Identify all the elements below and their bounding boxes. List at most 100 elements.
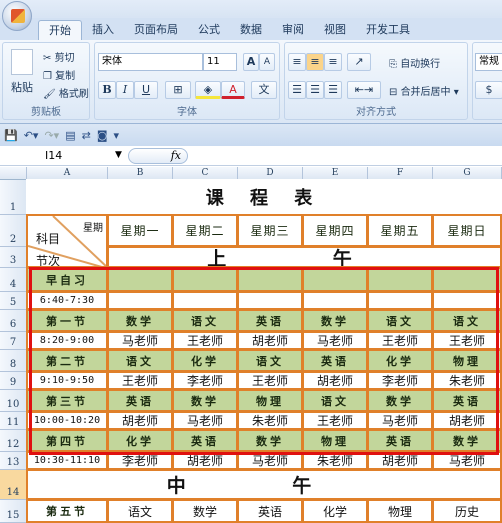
subject-cell[interactable]: 英语 xyxy=(237,499,303,523)
tab-developer[interactable]: 开发工具 xyxy=(356,20,420,40)
row-header-6[interactable]: 6 xyxy=(0,310,27,332)
tab-review[interactable]: 审阅 xyxy=(272,20,314,40)
subject-cell[interactable] xyxy=(432,267,502,292)
teacher-cell[interactable]: 朱老师 xyxy=(237,411,303,430)
day-header-cell[interactable]: 星期三 xyxy=(237,214,303,247)
tab-view[interactable]: 视图 xyxy=(314,20,356,40)
align-bottom-button[interactable]: ≡ xyxy=(324,53,342,71)
office-button[interactable] xyxy=(2,1,32,31)
row-header-12[interactable]: 12 xyxy=(0,430,27,452)
name-box-dropdown-icon[interactable]: ▼ xyxy=(115,150,122,160)
subject-cell[interactable]: 英语 xyxy=(107,389,173,412)
subject-cell[interactable]: 语文 xyxy=(367,309,433,332)
teacher-cell[interactable]: 王老师 xyxy=(302,411,368,430)
teacher-cell[interactable]: 胡老师 xyxy=(302,371,368,390)
teacher-cell[interactable]: 马老师 xyxy=(172,411,238,430)
title-cell[interactable]: 课 程 表 xyxy=(26,179,502,215)
wrap-text-button[interactable]: ⎘ 自动换行 xyxy=(389,55,440,70)
subject-cell[interactable]: 数学 xyxy=(107,309,173,332)
subject-cell[interactable]: 数学 xyxy=(237,429,303,452)
teacher-cell[interactable]: 王老师 xyxy=(367,331,433,350)
teacher-cell[interactable]: 马老师 xyxy=(107,331,173,350)
noon-header-cell[interactable]: 中 午 xyxy=(26,469,502,500)
subject-cell[interactable]: 历史 xyxy=(432,499,502,523)
merge-center-button[interactable]: ⊟ 合并后居中 ▾ xyxy=(389,83,459,98)
bold-button[interactable]: B xyxy=(98,81,116,99)
teacher-cell[interactable]: 王老师 xyxy=(237,371,303,390)
subject-cell[interactable]: 语文 xyxy=(432,309,502,332)
align-top-button[interactable]: ≡ xyxy=(288,53,306,71)
undo-icon[interactable]: ↶▾ xyxy=(24,129,39,142)
indent-buttons[interactable]: ⇤⇥ xyxy=(347,81,381,99)
align-middle-button[interactable]: ≡ xyxy=(306,53,324,71)
row-header-11[interactable]: 11 xyxy=(0,412,27,430)
teacher-cell[interactable]: 王老师 xyxy=(432,331,502,350)
send-icon[interactable]: ⇄ xyxy=(82,129,91,142)
subject-cell[interactable]: 语文 xyxy=(172,309,238,332)
day-header-cell[interactable]: 星期二 xyxy=(172,214,238,247)
italic-button[interactable]: I xyxy=(116,81,134,99)
underline-button[interactable]: U xyxy=(134,81,158,99)
subject-cell[interactable]: 语文 xyxy=(107,349,173,372)
day-header-cell[interactable]: 星期五 xyxy=(367,214,433,247)
day-header-cell[interactable]: 星期一 xyxy=(107,214,173,247)
subject-cell[interactable]: 物理 xyxy=(367,499,433,523)
number-format-select[interactable]: 常规 xyxy=(475,53,502,71)
format-painter-button[interactable]: 🖌 格式刷 xyxy=(43,85,89,100)
subject-cell[interactable]: 物理 xyxy=(237,389,303,412)
teacher-cell[interactable] xyxy=(432,291,502,310)
tab-home[interactable]: 开始 xyxy=(38,20,82,40)
row-header-3[interactable]: 3 xyxy=(0,247,27,268)
period-time-cell[interactable]: 8:20-9:00 xyxy=(26,331,108,350)
day-header-cell[interactable]: 星期四 xyxy=(302,214,368,247)
teacher-cell[interactable]: 胡老师 xyxy=(237,331,303,350)
save-icon[interactable]: 💾 xyxy=(4,129,18,142)
period-name-cell[interactable]: 第三节 xyxy=(26,389,108,412)
subject-cell[interactable]: 物理 xyxy=(302,429,368,452)
paste-button[interactable]: 粘贴 xyxy=(11,79,33,95)
insert-function-button[interactable]: fx xyxy=(128,148,188,164)
cut-button[interactable]: ✂ 剪切 xyxy=(43,49,75,64)
period-name-cell[interactable]: 第四节 xyxy=(26,429,108,452)
teacher-cell[interactable] xyxy=(107,291,173,310)
period-time-cell[interactable]: 9:10-9:50 xyxy=(26,371,108,390)
teacher-cell[interactable]: 李老师 xyxy=(172,371,238,390)
name-box[interactable]: I14 xyxy=(0,146,125,166)
teacher-cell[interactable]: 马老师 xyxy=(237,451,303,470)
fill-color-button[interactable]: ◈ xyxy=(195,81,221,99)
teacher-cell[interactable]: 马老师 xyxy=(302,331,368,350)
subject-cell[interactable]: 数学 xyxy=(172,389,238,412)
align-center-button[interactable]: ☰ xyxy=(306,81,324,99)
subject-cell[interactable] xyxy=(302,267,368,292)
row-header-7[interactable]: 7 xyxy=(0,332,27,350)
teacher-cell[interactable]: 马老师 xyxy=(432,451,502,470)
subject-cell[interactable] xyxy=(367,267,433,292)
subject-cell[interactable]: 数学 xyxy=(302,309,368,332)
subject-cell[interactable]: 化学 xyxy=(367,349,433,372)
teacher-cell[interactable]: 朱老师 xyxy=(432,371,502,390)
row-header-13[interactable]: 13 xyxy=(0,452,27,470)
align-left-button[interactable]: ☰ xyxy=(288,81,306,99)
subject-cell[interactable]: 英语 xyxy=(367,429,433,452)
period-name-cell[interactable]: 早自习 xyxy=(26,267,108,292)
subject-cell[interactable]: 化学 xyxy=(172,349,238,372)
row-header-8[interactable]: 8 xyxy=(0,350,27,372)
teacher-cell[interactable]: 马老师 xyxy=(367,411,433,430)
subject-cell[interactable]: 语文 xyxy=(237,349,303,372)
day-header-cell[interactable]: 星期日 xyxy=(432,214,502,247)
subject-cell[interactable]: 化学 xyxy=(107,429,173,452)
row-header-14[interactable]: 14 xyxy=(0,470,27,500)
teacher-cell[interactable] xyxy=(367,291,433,310)
phonetic-button[interactable]: 文 xyxy=(251,81,277,99)
subject-cell[interactable]: 英语 xyxy=(237,309,303,332)
teacher-cell[interactable]: 胡老师 xyxy=(172,451,238,470)
copy-button[interactable]: ❐ 复制 xyxy=(43,67,75,82)
subject-cell[interactable]: 英语 xyxy=(302,349,368,372)
subject-cell[interactable]: 物理 xyxy=(432,349,502,372)
row-header-1[interactable]: 1 xyxy=(0,180,27,215)
row-header-4[interactable]: 4 xyxy=(0,268,27,292)
tab-insert[interactable]: 插入 xyxy=(82,20,124,40)
redo-icon[interactable]: ↷▾ xyxy=(44,129,59,142)
teacher-cell[interactable] xyxy=(237,291,303,310)
subject-cell[interactable]: 语文 xyxy=(107,499,173,523)
